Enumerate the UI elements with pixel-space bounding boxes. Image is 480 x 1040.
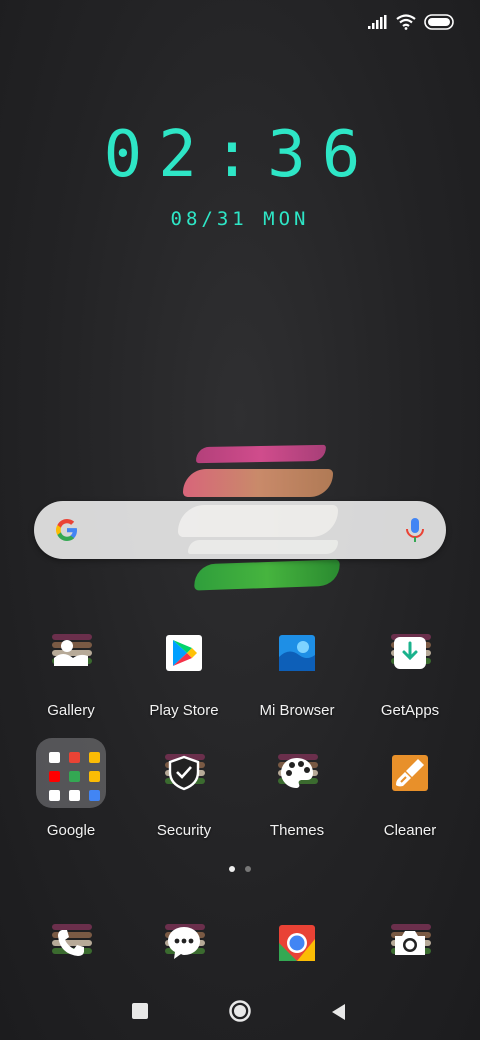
wifi-icon: [396, 14, 416, 30]
page-dot-active: [229, 866, 235, 872]
app-label: Security: [156, 822, 212, 839]
home-button[interactable]: [228, 999, 252, 1023]
recents-button[interactable]: [132, 1003, 148, 1019]
page-indicator: [0, 866, 480, 872]
google-g-icon[interactable]: [54, 517, 80, 543]
themes-icon: [281, 758, 313, 788]
app-label: Play Store: [149, 702, 219, 719]
dock-messaging[interactable]: [128, 908, 240, 978]
dock-phone[interactable]: [15, 908, 127, 978]
app-label: Gallery: [47, 702, 95, 719]
app-themes[interactable]: Themes: [241, 738, 353, 839]
getapps-icon: [394, 637, 426, 669]
messaging-icon: [168, 927, 200, 959]
dock-camera[interactable]: [354, 908, 466, 978]
camera-icon: [395, 931, 425, 955]
mi-browser-icon: [279, 635, 315, 671]
page-dot: [245, 866, 251, 872]
chrome-icon: [279, 925, 315, 961]
app-folder-google[interactable]: Google: [15, 738, 127, 839]
mic-icon[interactable]: [404, 516, 426, 544]
app-label: Mi Browser: [259, 702, 335, 719]
clock-widget[interactable]: 02:36 08/31 MON: [0, 118, 480, 230]
google-search-bar[interactable]: [34, 501, 446, 559]
status-bar: [368, 10, 454, 34]
app-play-store[interactable]: Play Store: [128, 618, 240, 719]
gallery-icon: [54, 640, 88, 666]
app-mi-browser[interactable]: Mi Browser: [241, 618, 353, 719]
play-store-icon: [166, 635, 202, 671]
cleaner-icon: [392, 755, 428, 791]
dock-chrome[interactable]: [241, 908, 353, 978]
signal-icon: [368, 15, 387, 29]
navigation-bar: [0, 994, 480, 1028]
app-getapps[interactable]: GetApps: [354, 618, 466, 719]
battery-icon: [424, 14, 454, 30]
app-label: Cleaner: [383, 822, 437, 839]
app-gallery[interactable]: Gallery: [15, 618, 127, 719]
back-button[interactable]: [330, 1003, 346, 1021]
app-cleaner[interactable]: Cleaner: [354, 738, 466, 839]
back-arrow-icon: [332, 1004, 345, 1020]
google-folder: [36, 738, 106, 808]
phone-icon: [58, 930, 84, 956]
clock-date: 08/31 MON: [170, 208, 310, 230]
app-label: Themes: [269, 822, 325, 839]
clock-time: 02:36: [103, 118, 377, 192]
home-circle-icon: [229, 1000, 251, 1022]
security-icon: [168, 755, 200, 791]
app-label: GetApps: [380, 702, 440, 719]
app-security[interactable]: Security: [128, 738, 240, 839]
app-label: Google: [46, 822, 96, 839]
